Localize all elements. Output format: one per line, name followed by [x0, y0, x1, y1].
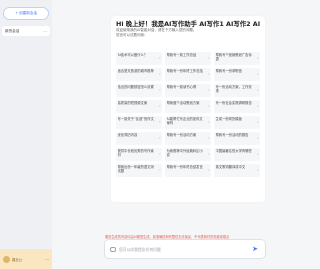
- suggestion-text: 帮我做个活动策划方案: [166, 101, 200, 105]
- chevron-right-icon: ›: [159, 136, 161, 140]
- chevron-right-icon: ›: [257, 72, 259, 76]
- chevron-right-icon: ›: [159, 72, 161, 76]
- chevron-right-icon: ›: [159, 104, 161, 108]
- suggestion-text: 生成一份简历模板: [215, 117, 242, 121]
- chevron-right-icon: ›: [208, 88, 210, 92]
- suggestion-text: 帮我写一份求职信: [215, 69, 242, 73]
- suggestion-card[interactable]: 高质量的短视频文案 ›: [116, 100, 162, 113]
- suggestion-card[interactable]: 帮我出份一年级的语文测试题 ›: [116, 164, 162, 177]
- chevron-right-icon: ›: [257, 104, 259, 108]
- chevron-right-icon: ›: [208, 136, 210, 140]
- suggestion-card[interactable]: 适合夏天旅游的城市推荐 ›: [116, 68, 162, 81]
- suggestion-card[interactable]: 帮我写一份年终工作总结 ›: [165, 68, 211, 81]
- suggestion-hint: 您也可以试着问我：: [116, 33, 148, 37]
- suggestion-card[interactable]: 帮我写一份活动的报告 ›: [214, 132, 260, 145]
- suggestion-text: 帮我写一份活动方案: [166, 133, 197, 137]
- suggestion-card[interactable]: 帮我写一份活动方案 ›: [165, 132, 211, 145]
- chevron-right-icon: ›: [208, 168, 210, 172]
- more-icon[interactable]: ···: [43, 29, 47, 34]
- chevron-right-icon: ›: [208, 56, 210, 60]
- suggestion-card[interactable]: 英文歌词翻译成中文 ›: [214, 164, 260, 177]
- chevron-right-icon: ›: [208, 104, 210, 108]
- chevron-right-icon: ›: [208, 120, 210, 124]
- chevron-right-icon: ›: [159, 120, 161, 124]
- suggestion-grid: AI技术可以做什么？ › 帮我写一篇工作总结 › 帮我写个营销策划广告标语 › 适合夏天旅游…: [116, 52, 260, 177]
- suggestion-text: 帮我出份一年级的语文测试题: [117, 165, 154, 174]
- chat-item-label: 新的会话: [5, 28, 20, 33]
- chat-bubble-icon: [110, 246, 116, 252]
- page-title: Hi 晚上好！我是AI写作助手 AI写作1 AI写作2 AI写作3 AI写作: [116, 20, 260, 28]
- chevron-right-icon: ›: [257, 120, 259, 124]
- suggestion-text: 中国最著名的大学有哪些: [215, 149, 252, 153]
- suggestion-text: 优化简历内容: [117, 133, 138, 137]
- chevron-right-icon: ›: [159, 88, 161, 92]
- suggestion-card[interactable]: 生成一份简历模板 ›: [214, 116, 260, 129]
- welcome-panel: Hi 晚上好！我是AI写作助手 AI写作1 AI写作2 AI写作3 AI写作 欢…: [111, 16, 265, 202]
- suggestion-card[interactable]: 帮我写一份求职信 ›: [214, 68, 260, 81]
- suggestion-text: 英文歌词翻译成中文: [215, 165, 246, 169]
- suggestion-card[interactable]: 写一份活动方案，工作安排 ›: [214, 84, 260, 97]
- sidebar-chat-item[interactable]: 新的会话 ···: [2, 26, 50, 36]
- user-card[interactable]: 鼎业公 ···: [0, 249, 52, 269]
- suggestion-text: 帮我写一份年终工作总结: [166, 69, 203, 73]
- chat-input[interactable]: [119, 246, 247, 252]
- suggestion-text: 帮我写一篇读书心得: [166, 85, 197, 89]
- suggestion-card[interactable]: 帮我写一篇工作总结 ›: [165, 52, 211, 65]
- suggestion-text: 帮我写一份年终总结发言: [166, 165, 203, 169]
- chevron-right-icon: ›: [257, 168, 259, 172]
- user-name: 鼎业公: [12, 257, 23, 262]
- suggestion-card[interactable]: 帮我写一份年终总结发言 ›: [165, 164, 211, 177]
- suggestion-text: 帮我写一篇工作总结: [166, 53, 197, 57]
- chevron-right-icon: ›: [159, 168, 161, 172]
- avatar: [3, 255, 10, 263]
- chevron-right-icon: ›: [208, 72, 210, 76]
- chevron-right-icon: ›: [159, 56, 161, 60]
- suggestion-text: AI技术可以做什么？: [117, 53, 148, 57]
- chevron-right-icon: ›: [257, 56, 259, 60]
- chevron-right-icon: ›: [159, 152, 161, 156]
- chevron-right-icon: ›: [257, 136, 259, 140]
- suggestion-card[interactable]: 为我推荐中外经典科幻小说 ›: [165, 148, 211, 161]
- suggestion-text: 为我推荐中外经典科幻小说: [166, 149, 203, 158]
- send-icon[interactable]: ➤: [250, 244, 260, 254]
- suggestion-card[interactable]: AI技术可以做什么？ ›: [116, 52, 162, 65]
- chevron-right-icon: ›: [208, 152, 210, 156]
- suggestion-text: 写一篇关于“友谊”的作文: [117, 117, 154, 121]
- suggestion-text: 适合夏天旅游的城市推荐: [117, 69, 154, 73]
- suggestion-card[interactable]: 帮我做个活动策划方案 ›: [165, 100, 211, 113]
- suggestion-card[interactable]: 提供中长段优秀的写作素材 ›: [116, 148, 162, 161]
- suggestion-text: 写一份社会实践调研报告: [215, 101, 252, 105]
- suggestion-card[interactable]: 写一篇关于“友谊”的作文 ›: [116, 116, 162, 129]
- more-icon[interactable]: ···: [45, 257, 49, 262]
- suggestion-card[interactable]: 帮我写一篇读书心得 ›: [165, 84, 211, 97]
- suggestion-text: AI能帮忙写企业的宣传文案吗: [166, 117, 203, 126]
- suggestion-card[interactable]: 写一份社会实践调研报告 ›: [214, 100, 260, 113]
- suggestion-card[interactable]: 中国最著名的大学有哪些 ›: [214, 148, 260, 161]
- new-chat-label: + 创建新会话: [14, 11, 38, 15]
- chevron-right-icon: ›: [257, 88, 259, 92]
- chat-input-box[interactable]: ➤: [104, 239, 266, 259]
- suggestion-card[interactable]: 给出的问题按钮怎么设置 ›: [116, 84, 162, 97]
- suggestion-text: 帮我写个营销策划广告标语: [215, 53, 252, 62]
- suggestion-card[interactable]: 优化简历内容 ›: [116, 132, 162, 145]
- suggestion-card[interactable]: AI能帮忙写企业的宣传文案吗 ›: [165, 116, 211, 129]
- suggestion-text: 帮我写一份活动的报告: [215, 133, 249, 137]
- suggestion-text: 写一份活动方案，工作安排: [215, 85, 252, 94]
- suggestion-card[interactable]: 帮我写个营销策划广告标语 ›: [214, 52, 260, 65]
- new-chat-button[interactable]: + 创建新会话: [3, 7, 49, 20]
- suggestion-text: 高质量的短视频文案: [117, 101, 148, 105]
- sidebar: + 创建新会话 新的会话 ··· 鼎业公 ···: [0, 0, 52, 269]
- chevron-right-icon: ›: [257, 152, 259, 156]
- suggestion-text: 给出的问题按钮怎么设置: [117, 85, 154, 89]
- suggestion-text: 提供中长段优秀的写作素材: [117, 149, 154, 158]
